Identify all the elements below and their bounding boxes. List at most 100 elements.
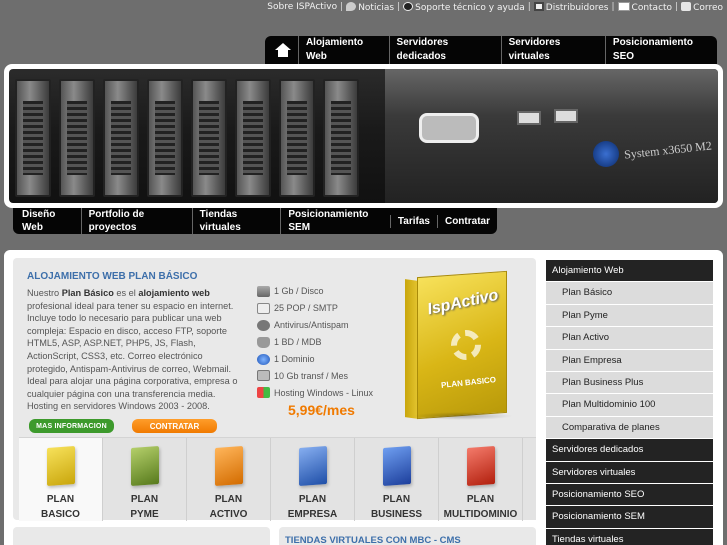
sidemenu-plan-pyme[interactable]: Plan Pyme xyxy=(546,304,713,328)
sidemenu-servidores-dedicados[interactable]: Servidores dedicados xyxy=(546,439,713,462)
spec-text: Antivirus/Antispam xyxy=(274,320,349,331)
nav-alojamiento-web[interactable]: Alojamiento Web xyxy=(297,36,389,64)
side-menu: Alojamiento Web Plan Básico Plan Pyme Pl… xyxy=(546,260,713,545)
tab-plan-empresa[interactable]: Plan Empresa xyxy=(271,438,355,521)
chat-icon xyxy=(346,1,357,11)
more-info-button[interactable]: MAS INFORMACION xyxy=(29,419,114,433)
separator: | xyxy=(611,2,615,12)
link-contact[interactable]: Contacto xyxy=(617,1,673,13)
feature-description: Nuestro Plan Básico es el alojamiento we… xyxy=(27,287,239,413)
desc-rest: profesional ideal para tener su espacio … xyxy=(27,300,238,412)
plan-box-icon xyxy=(467,446,495,486)
sidemenu-plan-basico[interactable]: Plan Básico xyxy=(546,282,713,305)
server-image: System x3650 M2 xyxy=(9,69,718,203)
price-label: 5,99€/mes xyxy=(288,402,355,418)
tab-plan-multidominio[interactable]: Plan Multidominio xyxy=(439,438,523,521)
contract-button[interactable]: CONTRATAR xyxy=(132,419,217,433)
desc-product: alojamiento web xyxy=(138,288,210,298)
sidemenu-plan-business-plus[interactable]: Plan Business Plus xyxy=(546,371,713,395)
drive-bay xyxy=(147,79,183,197)
tab-label-line2: Empresa xyxy=(287,508,338,520)
feature-specs: 1 Gb / Disco 25 POP / SMTP Antivirus/Ant… xyxy=(257,283,373,401)
tab-label-line2: Activo xyxy=(209,508,248,520)
tab-plan-basico[interactable]: Plan Basico xyxy=(19,438,103,521)
desc-mid: es el xyxy=(113,288,139,298)
subnav-diseno-web[interactable]: Diseño Web xyxy=(13,208,81,234)
disk-icon xyxy=(257,285,270,297)
tab-label: Plan Pyme xyxy=(103,493,186,522)
tab-label-line2: Basico xyxy=(41,508,80,520)
link-news[interactable]: Noticias xyxy=(346,1,395,13)
globe-icon xyxy=(257,353,270,365)
nav-servidores-dedicados[interactable]: Servidores dedicados xyxy=(388,36,501,64)
feature-title: Alojamiento web plan Básico xyxy=(27,271,198,282)
subnav-posicionamiento-sem[interactable]: Posicionamiento SEM xyxy=(280,208,390,234)
plan-box-icon xyxy=(47,446,75,486)
sidemenu-alojamiento-web[interactable]: Alojamiento Web xyxy=(546,260,713,283)
link-news-label: Noticias xyxy=(358,2,395,13)
desc-intro: Nuestro xyxy=(27,288,62,298)
tab-label: Plan Activo xyxy=(187,493,270,522)
sidemenu-posicionamiento-sem[interactable]: Posicionamiento SEM xyxy=(546,506,713,529)
tab-label: Plan Basico xyxy=(19,493,102,522)
windows-icon xyxy=(257,387,270,399)
separator: | xyxy=(340,2,344,12)
tab-label-line1: Plan xyxy=(214,494,243,505)
mail-icon xyxy=(257,302,270,314)
mail-icon xyxy=(681,1,692,11)
subnav-tiendas-virtuales[interactable]: Tiendas virtuales xyxy=(191,208,281,234)
sidemenu-posicionamiento-seo[interactable]: Posicionamiento SEO xyxy=(546,483,713,507)
product-box-image: IspActivo PLAN BASICO xyxy=(405,270,513,420)
tab-label: Plan Multidominio xyxy=(439,493,522,522)
sidemenu-plan-activo[interactable]: Plan Activo xyxy=(546,327,713,350)
drive-bay xyxy=(15,79,51,197)
bottom-left-panel xyxy=(13,527,270,545)
hero-banner: System x3650 M2 xyxy=(4,64,723,208)
subnav-tarifas[interactable]: Tarifas xyxy=(389,214,437,228)
link-distributors[interactable]: Distribuidores xyxy=(533,1,608,13)
nav-posicionamiento-seo[interactable]: Posicionamiento SEO xyxy=(604,36,717,64)
tab-label-line1: Plan xyxy=(46,494,75,505)
power-button xyxy=(593,141,619,167)
sidemenu-plan-empresa[interactable]: Plan Empresa xyxy=(546,349,713,372)
link-mail[interactable]: Correo xyxy=(681,1,723,13)
briefcase-icon xyxy=(533,1,544,11)
subnav-contratar[interactable]: Contratar xyxy=(436,214,497,228)
bottom-right-title: Tiendas virtuales con MBC - CMS xyxy=(285,535,461,545)
spec-item: 25 POP / SMTP xyxy=(257,300,373,317)
spec-text: Hosting Windows - Linux xyxy=(274,387,374,398)
sidemenu-servidores-virtuales[interactable]: Servidores virtuales xyxy=(546,461,713,484)
tab-plan-pyme[interactable]: Plan Pyme xyxy=(103,438,187,521)
spec-item: 1 Gb / Disco xyxy=(257,283,373,300)
drive-bay xyxy=(59,79,95,197)
help-icon xyxy=(403,1,414,11)
link-support[interactable]: Soporte técnico y ayuda xyxy=(403,1,525,13)
sidemenu-comparativa[interactable]: Comparativa de planes xyxy=(546,416,713,440)
tab-plan-business[interactable]: Plan Business xyxy=(355,438,439,521)
link-contact-label: Contacto xyxy=(631,2,673,13)
drive-bay xyxy=(279,79,315,197)
spec-text: 1 BD / MDB xyxy=(274,337,322,348)
sidemenu-plan-multidominio[interactable]: Plan Multidominio 100 xyxy=(546,394,713,417)
nav-servidores-virtuales[interactable]: Servidores virtuales xyxy=(500,36,605,64)
network-icon xyxy=(257,370,270,382)
separator: | xyxy=(527,2,531,12)
subnav-portfolio[interactable]: Portfolio de proyectos xyxy=(80,208,192,234)
spec-item: 1 Dominio xyxy=(257,351,373,368)
spec-item: Antivirus/Antispam xyxy=(257,317,373,334)
link-mail-label: Correo xyxy=(693,2,723,13)
drive-bay xyxy=(191,79,227,197)
tab-plan-activo[interactable]: Plan Activo xyxy=(187,438,271,521)
plan-tabs: Plan Basico Plan Pyme Plan Activo Plan Empre… xyxy=(19,437,536,521)
home-icon[interactable] xyxy=(275,43,291,57)
vga-port xyxy=(419,113,479,143)
tab-label-line1: Plan xyxy=(130,494,159,505)
drive-bay xyxy=(103,79,139,197)
tab-label-line2: Multidominio xyxy=(443,508,518,520)
box-shadow xyxy=(413,412,513,420)
sidemenu-tiendas-virtuales[interactable]: Tiendas virtuales xyxy=(546,528,713,545)
spec-text: 25 POP / SMTP xyxy=(274,303,338,314)
link-support-label: Soporte técnico y ayuda xyxy=(415,2,525,13)
link-about[interactable]: Sobre ISPActivo xyxy=(267,2,337,12)
desc-plan: Plan Básico xyxy=(61,288,114,298)
